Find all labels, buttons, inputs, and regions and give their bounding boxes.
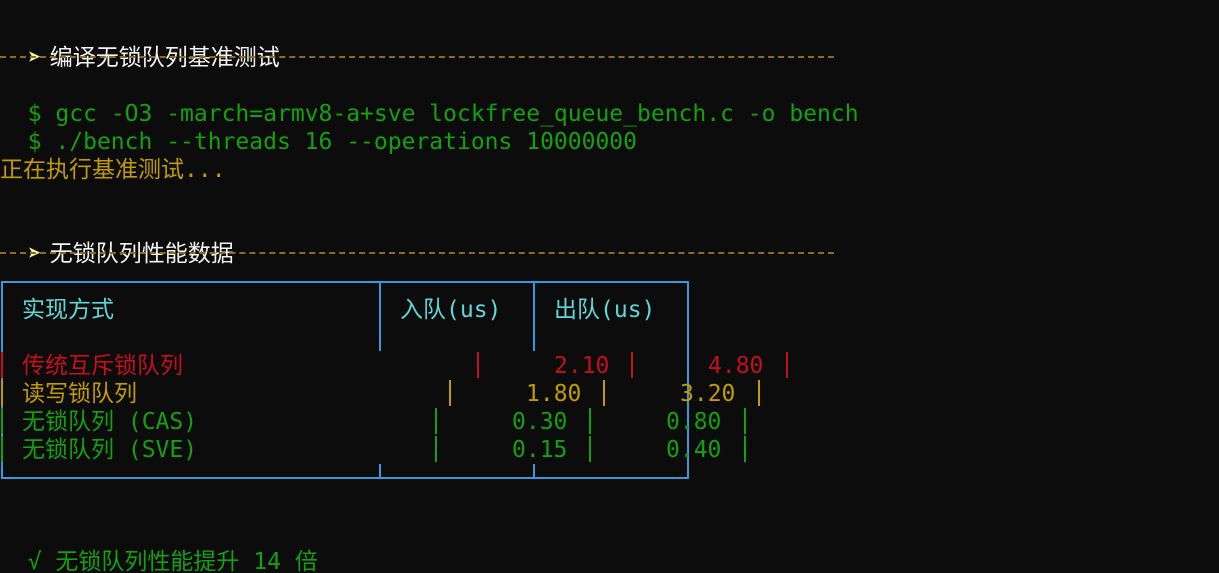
row-border <box>589 436 591 462</box>
section-divider <box>0 56 834 58</box>
row-dequeue: 0.80 <box>666 409 722 435</box>
row-border <box>631 352 633 378</box>
row-border <box>1 436 3 462</box>
row-border <box>1 380 3 406</box>
row-name: 传统互斥锁队列 <box>22 353 183 379</box>
row-border <box>435 408 437 434</box>
command-text: ./bench --threads 16 --operations 100000… <box>55 129 638 155</box>
row-border <box>1 352 3 378</box>
row-border <box>786 352 788 378</box>
row-border <box>449 380 451 406</box>
perf-title-text: 无锁队列性能数据 <box>49 241 234 267</box>
row-border <box>758 380 760 406</box>
column-separator <box>533 464 535 479</box>
row-name: 读写锁队列 <box>22 381 137 407</box>
row-enqueue: 0.30 <box>512 409 568 435</box>
prompt-symbol: $ <box>27 129 42 155</box>
summary-line: √ 无锁队列性能提升 14 倍 <box>0 520 318 573</box>
arrow-icon: ➤ <box>27 241 42 267</box>
command-line-compile: $ gcc -O3 -march=armv8-a+sve lockfree_qu… <box>0 72 859 127</box>
row-border <box>744 436 746 462</box>
row-border <box>603 380 605 406</box>
check-icon: √ <box>27 549 42 573</box>
row-name: 无锁队列 (SVE) <box>22 437 198 463</box>
column-separator <box>533 281 535 351</box>
header-dequeue: 出队(us) <box>554 297 656 323</box>
row-dequeue: 4.80 <box>708 353 764 379</box>
row-enqueue: 0.15 <box>512 437 568 463</box>
row-enqueue: 2.10 <box>554 353 610 379</box>
row-name: 无锁队列 (CAS) <box>22 409 198 435</box>
row-border <box>744 408 746 434</box>
perf-section-title: ➤ 无锁队列性能数据 <box>0 212 234 267</box>
section-divider <box>0 252 834 254</box>
row-dequeue: 3.20 <box>680 381 736 407</box>
row-enqueue: 1.80 <box>526 381 582 407</box>
row-border <box>435 436 437 462</box>
compile-section-title: ➤ 编译无锁队列基准测试 <box>0 16 280 71</box>
compile-title-text: 编译无锁队列基准测试 <box>49 45 280 71</box>
row-border <box>589 408 591 434</box>
row-border <box>1 408 3 434</box>
status-text: 正在执行基准测试... <box>0 157 226 183</box>
summary-text: 无锁队列性能提升 14 倍 <box>55 549 318 573</box>
command-line-run: $ ./bench --threads 16 --operations 1000… <box>0 100 637 155</box>
header-enqueue: 入队(us) <box>400 297 502 323</box>
row-dequeue: 0.40 <box>666 437 722 463</box>
arrow-icon: ➤ <box>27 45 42 71</box>
column-separator <box>379 464 381 479</box>
row-border <box>477 352 479 378</box>
column-separator <box>379 281 381 351</box>
header-implementation: 实现方式 <box>22 297 114 323</box>
